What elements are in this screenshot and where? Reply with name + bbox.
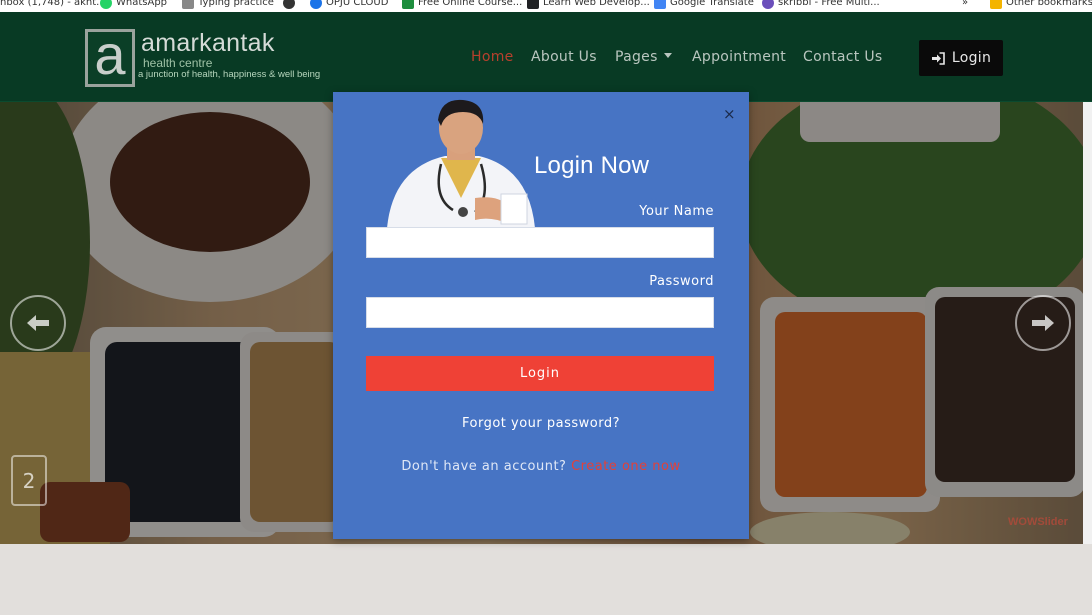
course-icon xyxy=(402,0,414,9)
bookmark-courses[interactable]: Free Online Course... xyxy=(402,0,522,9)
modal-close-button[interactable]: × xyxy=(723,106,736,122)
logo-tagline: a junction of health, happiness & well b… xyxy=(138,69,321,80)
modal-title: Login Now xyxy=(534,152,650,179)
cloud-icon xyxy=(310,0,322,9)
logo-name: amarkantak xyxy=(141,29,275,57)
signup-prompt: Don't have an account? Create one now xyxy=(333,459,749,474)
logo-subtitle: health centre xyxy=(143,56,213,70)
bookmark-typing[interactable]: Typing practice xyxy=(182,0,274,9)
bookmark-other[interactable]: Other bookmarks xyxy=(990,0,1092,9)
slide-counter: 2 xyxy=(11,455,47,506)
nav-contact-us[interactable]: Contact Us xyxy=(803,42,882,72)
learn-icon xyxy=(527,0,539,9)
bookmark-whatsapp[interactable]: WhatsApp xyxy=(100,0,167,9)
password-label: Password xyxy=(649,274,714,289)
nav-home[interactable]: Home xyxy=(471,42,514,72)
logo-mark: a xyxy=(85,27,135,87)
nav-pages[interactable]: Pages xyxy=(615,42,672,72)
navbar: a amarkantak health centre a junction of… xyxy=(0,12,1092,102)
login-submit-button[interactable]: Login xyxy=(366,356,714,391)
bookmarks-bar: nbox (1,748) - akht... WhatsApp Typing p… xyxy=(0,0,1092,12)
slider-prev-button[interactable] xyxy=(10,295,66,351)
forgot-password-link[interactable]: Forgot your password? xyxy=(333,416,749,431)
arrow-left-icon xyxy=(27,315,49,331)
name-input[interactable] xyxy=(366,227,714,258)
bookmark-translate[interactable]: Google Translate xyxy=(654,0,754,9)
bookmark-learn-web[interactable]: Learn Web Develop... xyxy=(527,0,650,9)
whatsapp-icon xyxy=(100,0,112,9)
shield-icon xyxy=(283,0,295,9)
bookmark-inbox[interactable]: nbox (1,748) - akht... xyxy=(0,0,106,9)
page-section-below xyxy=(0,544,1092,615)
sign-in-icon xyxy=(931,51,945,65)
folder-icon xyxy=(990,0,1002,9)
bookmark-skribbl[interactable]: skribbl - Free Multi... xyxy=(762,0,880,9)
bookmark-opju[interactable]: OPJU CLOUD xyxy=(310,0,388,9)
page-scrollbar[interactable] xyxy=(1083,102,1092,544)
password-input[interactable] xyxy=(366,297,714,328)
name-label: Your Name xyxy=(639,204,714,219)
slider-watermark: WOWSlider xyxy=(1008,516,1068,528)
bookmarks-overflow[interactable]: » xyxy=(962,0,968,9)
login-modal: × Login Now Your Name Password Login For… xyxy=(333,92,749,539)
game-icon xyxy=(762,0,774,9)
signup-text: Don't have an account? xyxy=(401,459,567,474)
chevron-down-icon xyxy=(663,53,672,58)
bookmark-shield[interactable] xyxy=(283,0,295,9)
doctor-image xyxy=(387,99,535,228)
page-icon xyxy=(182,0,194,9)
site-logo[interactable]: a amarkantak health centre a junction of… xyxy=(85,27,325,87)
nav-appointment[interactable]: Appointment xyxy=(692,42,786,72)
translate-icon xyxy=(654,0,666,9)
header-login-button[interactable]: Login xyxy=(919,40,1003,76)
slider-next-button[interactable] xyxy=(1015,295,1071,351)
create-account-link[interactable]: Create one now xyxy=(571,459,680,474)
arrow-right-icon xyxy=(1032,315,1054,331)
nav-about-us[interactable]: About Us xyxy=(531,42,597,72)
